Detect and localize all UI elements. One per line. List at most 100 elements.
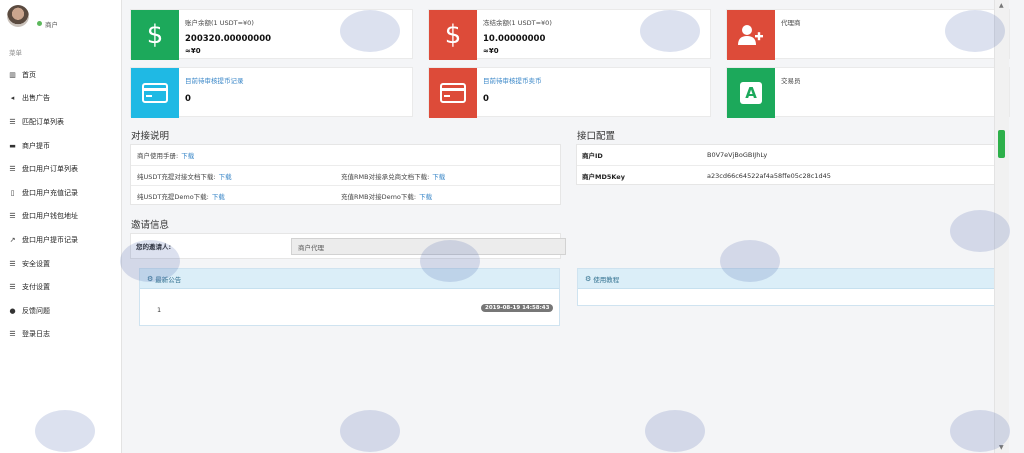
list-icon: ☰: [9, 283, 16, 292]
rmb-demo-download-link[interactable]: 下载: [419, 191, 432, 201]
usdt-doc-label: 纯USDT充提对接文档下载:: [137, 172, 216, 181]
user-plus-icon-svg: [738, 25, 763, 45]
usdt-demo-download-link[interactable]: 下载: [212, 191, 225, 201]
manual-download-link[interactable]: 下载: [181, 150, 194, 160]
sidebar: 商户 菜单 ▥ 首页 ◂ 出售广告 ☰ 匹配订单列表 ▬ 商户提币 ☰ 盘口用户订单列表 …: [0, 0, 122, 453]
sidebar-item-label: 首页: [22, 70, 36, 79]
sidebar-item-user-wallet[interactable]: ☰ 盘口用户钱包地址: [0, 205, 122, 229]
avatar[interactable]: [7, 5, 29, 27]
sidebar-item-label: 支付设置: [22, 283, 50, 292]
merchant-id-value: B0V7eVjBoGBIJhLy: [707, 151, 768, 159]
md5-key-label: 商户MD5Key: [582, 172, 625, 181]
dollar-icon: $: [429, 10, 477, 60]
sidebar-item-merchant-withdraw[interactable]: ▬ 商户提币: [0, 134, 122, 158]
tutorial-panel: ⚙ 使用教程: [577, 268, 1000, 306]
sidebar-item-security[interactable]: ☰ 安全设置: [0, 252, 122, 276]
external-link-icon: ↗: [9, 235, 16, 244]
credit-card-icon: ▬: [9, 141, 16, 150]
user-panel: 商户: [0, 0, 121, 40]
usdt-demo-label: 纯USDT充提Demo下载:: [137, 192, 209, 201]
sidebar-item-label: 匹配订单列表: [22, 117, 64, 126]
vertical-scrollbar[interactable]: ▲ ▼: [994, 0, 1009, 453]
sidebar-item-user-orders[interactable]: ☰ 盘口用户订单列表: [0, 157, 122, 181]
sidebar-item-label: 登录日志: [22, 330, 50, 339]
api-config-table: 商户ID B0V7eVjBoGBIJhLy 商户MD5Key a23cd66c6…: [576, 144, 1004, 185]
bullhorn-icon: ◂: [10, 94, 15, 103]
api-config-title: 接口配置: [577, 131, 616, 142]
table-row: 商户ID B0V7eVjBoGBIJhLy: [577, 145, 1003, 165]
table-row: 商户MD5Key a23cd66c64522af4a58ffe05c28c1d4…: [577, 165, 1003, 185]
trader-card[interactable]: A 交易员: [726, 67, 1010, 118]
bar-chart-icon: ▥: [9, 70, 16, 79]
pending-sell-card[interactable]: 目前待审核提币卖币 0: [428, 67, 711, 118]
integration-table: 商户使用手册: 下载 纯USDT充提对接文档下载: 下载 充值RMB对接承兑商文…: [130, 144, 561, 205]
tutorial-panel-header: ⚙ 使用教程: [578, 269, 999, 289]
notice-title: 最新公告: [155, 275, 182, 284]
notice-time-badge: 2019-08-19 14:58:43: [481, 304, 554, 312]
sidebar-item-user-recharge[interactable]: ▯ 盘口用户充值记录: [0, 181, 122, 205]
user-plus-icon: [727, 10, 775, 60]
credit-card-icon-svg: [440, 83, 466, 103]
table-row: 纯USDT充提Demo下载: 下载 充值RMB对接Demo下载: 下载: [131, 185, 560, 205]
table-row: 商户使用手册: 下载: [131, 145, 560, 165]
sidebar-item-user-withdraw[interactable]: ↗ 盘口用户提币记录: [0, 228, 122, 252]
sidebar-item-label: 安全设置: [22, 259, 50, 268]
md5-key-value: a23cd66c64522af4a58ffe05c28c1d45: [707, 171, 831, 180]
agent-card[interactable]: 代理商: [726, 9, 1010, 60]
sidebar-item-payment[interactable]: ☰ 支付设置: [0, 275, 122, 299]
gear-icon: ⚙: [585, 274, 592, 283]
card-value: 0: [185, 94, 191, 104]
scroll-down-icon[interactable]: ▼: [999, 444, 1004, 451]
sidebar-item-label: 反馈问题: [22, 306, 50, 315]
comment-icon: ●: [9, 306, 16, 315]
list-icon: ☰: [9, 117, 16, 126]
sidebar-item-feedback[interactable]: ● 反馈问题: [0, 299, 122, 323]
user-role: 商户: [45, 21, 58, 29]
sidebar-menu: ▥ 首页 ◂ 出售广告 ☰ 匹配订单列表 ▬ 商户提币 ☰ 盘口用户订单列表 ▯ 盘口用户充…: [0, 63, 122, 346]
dollar-icon: $: [131, 10, 179, 60]
gear-icon: ⚙: [147, 274, 154, 283]
card-title: 账户余额(1 USDT=¥0): [185, 19, 254, 27]
rmb-demo-label: 充值RMB对接Demo下载:: [341, 192, 417, 201]
rmb-doc-download-link[interactable]: 下载: [432, 171, 445, 181]
card-value: 0: [483, 94, 489, 104]
scroll-up-icon[interactable]: ▲: [999, 2, 1004, 9]
card-title: 交易员: [781, 77, 801, 85]
list-icon: ☰: [9, 259, 16, 268]
sidebar-item-label: 商户提币: [22, 141, 50, 150]
menu-heading: 菜单: [9, 49, 22, 57]
frozen-balance-card: $ 冻结余额(1 USDT=¥0) 10.00000000 ≈¥0: [428, 9, 711, 60]
tutorial-title: 使用教程: [593, 275, 620, 284]
sidebar-item-matched-orders[interactable]: ☰ 匹配订单列表: [0, 110, 122, 134]
sidebar-item-sell-ads[interactable]: ◂ 出售广告: [0, 87, 122, 111]
list-icon: ☰: [9, 165, 16, 174]
sidebar-item-login-log[interactable]: ☰ 登录日志: [0, 323, 122, 347]
pending-withdraw-card[interactable]: 目前待审核提币记录 0: [130, 67, 413, 118]
online-status-icon: [37, 21, 42, 26]
notice-panel: ⚙ 最新公告 1 2019-08-19 14:58:43: [139, 268, 560, 326]
usdt-doc-download-link[interactable]: 下载: [219, 171, 232, 181]
card-title-link[interactable]: 目前待审核提币卖币: [483, 75, 542, 85]
sidebar-item-label: 盘口用户提币记录: [22, 235, 78, 244]
card-sub-value: ≈¥0: [483, 47, 499, 55]
file-icon: ▯: [10, 188, 15, 197]
inviter-field: 商户代理: [291, 238, 566, 255]
notice-index: 1: [157, 306, 162, 314]
card-title-link[interactable]: 目前待审核提币记录: [185, 75, 244, 85]
sidebar-item-home[interactable]: ▥ 首页: [0, 63, 122, 87]
list-icon: ☰: [9, 330, 16, 339]
card-value: 200320.00000000: [185, 34, 272, 44]
account-balance-card: $ 账户余额(1 USDT=¥0) 200320.00000000 ≈¥0: [130, 9, 413, 60]
table-row: 纯USDT充提对接文档下载: 下载 充值RMB对接承兑商文档下载: 下载: [131, 165, 560, 185]
rmb-doc-label: 充值RMB对接承兑商文档下载:: [341, 172, 430, 181]
a-glyph: A: [740, 82, 762, 104]
card-sub-value: ≈¥0: [185, 47, 201, 55]
invite-table: 您的邀请人: 商户代理: [130, 233, 566, 259]
sidebar-item-label: 盘口用户订单列表: [22, 165, 78, 174]
scrollbar-thumb[interactable]: [998, 130, 1005, 158]
invite-title: 邀请信息: [131, 220, 170, 231]
credit-card-icon-svg: [142, 83, 168, 103]
merchant-id-label: 商户ID: [582, 152, 603, 160]
integration-title: 对接说明: [131, 131, 170, 142]
manual-label: 商户使用手册:: [137, 152, 179, 160]
